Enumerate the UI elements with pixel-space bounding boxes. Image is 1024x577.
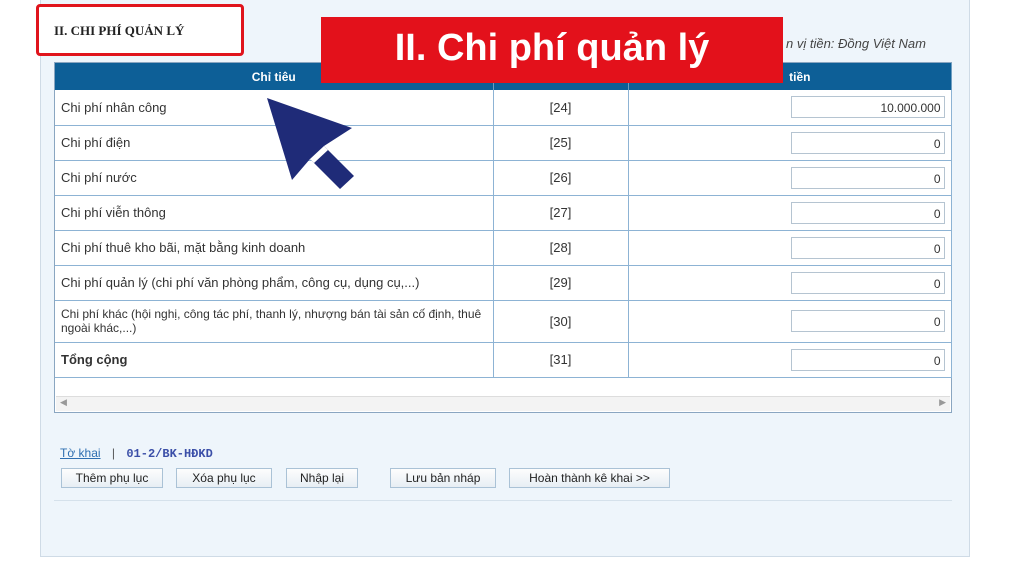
- expense-table-container: Chỉ tiêu tiền Chi phí nhân công [24] 10.…: [54, 62, 952, 413]
- delete-appendix-button[interactable]: Xóa phụ lục: [176, 468, 272, 488]
- amount-input[interactable]: 0: [790, 310, 945, 332]
- row-code: [26]: [493, 160, 629, 196]
- table-row: Chi phí nước [26] 0: [55, 160, 952, 196]
- pointer-arrow-icon: [267, 98, 354, 189]
- row-code: [24]: [493, 90, 629, 126]
- save-draft-button[interactable]: Lưu bản nháp: [390, 468, 496, 488]
- row-code: [28]: [493, 230, 629, 266]
- amount-input[interactable]: 0: [790, 236, 945, 259]
- amount-input[interactable]: 0: [790, 271, 945, 294]
- horizontal-scrollbar[interactable]: ◀ ▶: [56, 396, 950, 411]
- section-title-box: II. CHI PHÍ QUẢN LÝ: [36, 4, 244, 56]
- amount-input[interactable]: 0: [790, 166, 945, 189]
- divider: [54, 500, 952, 501]
- currency-unit-label: n vị tiền: Đồng Việt Nam: [786, 36, 926, 51]
- reset-button[interactable]: Nhập lại: [286, 468, 358, 488]
- amount-input[interactable]: 0: [790, 348, 945, 371]
- row-label: Chi phí quản lý (chi phí văn phòng phẩm,…: [55, 265, 494, 301]
- expense-table: Chỉ tiêu tiền Chi phí nhân công [24] 10.…: [55, 63, 952, 378]
- table-row: Chi phí khác (hội nghị, công tác phí, th…: [55, 300, 952, 343]
- section-title: II. CHI PHÍ QUẢN LÝ: [54, 23, 185, 38]
- add-appendix-button[interactable]: Thêm phụ lục: [61, 468, 163, 488]
- row-label: Tổng cộng: [55, 342, 494, 378]
- amount-input[interactable]: 0: [790, 131, 945, 154]
- row-label: Chi phí viễn thông: [55, 195, 494, 231]
- form-links: Tờ khai | 01-2/BK-HĐKD: [60, 446, 213, 461]
- row-label: Chi phí thuê kho bãi, mặt bằng kinh doan…: [55, 230, 494, 266]
- table-row: Chi phí viễn thông [27] 0: [55, 195, 952, 231]
- table-row: Chi phí thuê kho bãi, mặt bằng kinh doan…: [55, 230, 952, 266]
- amount-input[interactable]: 0: [790, 201, 945, 224]
- row-code: [30]: [493, 300, 629, 343]
- table-row: Chi phí quản lý (chi phí văn phòng phẩm,…: [55, 265, 952, 301]
- form-id-link[interactable]: 01-2/BK-HĐKD: [126, 447, 212, 461]
- table-row-total: Tổng cộng [31] 0: [55, 342, 952, 378]
- to-khai-link[interactable]: Tờ khai: [60, 446, 101, 460]
- complete-declaration-button[interactable]: Hoàn thành kê khai >>: [509, 468, 670, 488]
- scroll-right-icon[interactable]: ▶: [939, 397, 946, 408]
- row-label: Chi phí khác (hội nghị, công tác phí, th…: [55, 300, 494, 343]
- scroll-left-icon[interactable]: ◀: [60, 397, 67, 408]
- row-code: [27]: [493, 195, 629, 231]
- row-code: [25]: [493, 125, 629, 161]
- amount-input[interactable]: 10.000.000: [790, 96, 945, 119]
- table-row: Chi phí điện [25] 0: [55, 125, 952, 161]
- row-code: [29]: [493, 265, 629, 301]
- table-row: Chi phí nhân công [24] 10.000.000: [55, 90, 952, 126]
- link-separator: |: [111, 446, 116, 460]
- row-code: [31]: [493, 342, 629, 378]
- video-title-banner: II. Chi phí quản lý: [321, 17, 783, 83]
